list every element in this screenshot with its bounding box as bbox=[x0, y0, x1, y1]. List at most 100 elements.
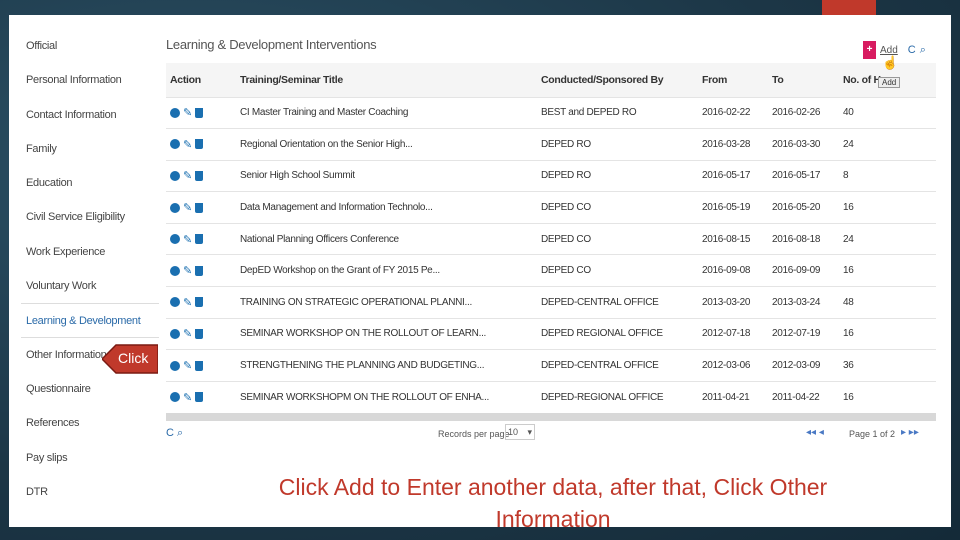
instruction-caption: Click Add to Enter another data, after t… bbox=[278, 474, 828, 532]
cell-hours: 16 bbox=[843, 202, 854, 214]
mouse-cursor-icon: ☝ bbox=[882, 55, 899, 70]
delete-icon[interactable] bbox=[194, 297, 203, 308]
delete-icon[interactable] bbox=[194, 202, 203, 213]
cell-hours: 48 bbox=[843, 296, 854, 308]
sidebar-item[interactable]: DTR bbox=[21, 475, 159, 509]
action-cell: ✎ bbox=[166, 97, 236, 129]
view-icon[interactable] bbox=[170, 139, 180, 150]
sidebar-item[interactable]: References bbox=[21, 406, 159, 440]
cell-from: 2016-09-08 bbox=[702, 265, 751, 277]
search-icon[interactable]: ⌕ bbox=[920, 44, 926, 57]
click-callout-label: Click bbox=[118, 350, 149, 366]
view-icon[interactable] bbox=[170, 170, 180, 181]
cell-by: DEPED RO bbox=[541, 138, 591, 150]
view-icon[interactable] bbox=[170, 265, 180, 276]
next-last-page-icon[interactable]: ▸ ▸▸ bbox=[901, 427, 919, 438]
cell-title: CI Master Training and Master Coaching bbox=[240, 107, 409, 119]
column-header[interactable]: Action bbox=[166, 63, 236, 97]
sidebar-item[interactable]: Learning & Development bbox=[21, 303, 159, 338]
sidebar-item[interactable]: Education bbox=[21, 166, 159, 200]
cell-by: DEPED-CENTRAL OFFICE bbox=[541, 360, 659, 372]
sidebar-item[interactable]: Family bbox=[21, 132, 159, 166]
sidebar-item[interactable]: Pay slips bbox=[21, 441, 159, 475]
delete-icon[interactable] bbox=[194, 107, 203, 118]
pager-refresh-icon[interactable]: C ⌕ bbox=[166, 427, 183, 440]
edit-icon[interactable]: ✎ bbox=[183, 169, 192, 182]
cell-hours: 40 bbox=[843, 107, 854, 119]
cell-to: 2012-03-09 bbox=[772, 360, 821, 372]
first-prev-page-icon[interactable]: ◂◂ ◂ bbox=[806, 427, 824, 438]
add-button[interactable]: + bbox=[863, 41, 876, 59]
view-icon[interactable] bbox=[170, 234, 180, 245]
delete-icon[interactable] bbox=[194, 139, 203, 150]
edit-icon[interactable]: ✎ bbox=[183, 138, 192, 151]
action-cell: ✎ bbox=[166, 255, 236, 287]
cell-hours: 16 bbox=[843, 391, 854, 403]
view-icon[interactable] bbox=[170, 202, 180, 213]
action-cell: ✎ bbox=[166, 318, 236, 350]
click-callout-arrow: Click bbox=[102, 344, 158, 374]
view-icon[interactable] bbox=[170, 328, 180, 339]
horizontal-scrollbar[interactable] bbox=[166, 412, 936, 421]
view-icon[interactable] bbox=[170, 360, 180, 371]
cell-to: 2013-03-24 bbox=[772, 296, 821, 308]
cell-by: DEPED REGIONAL OFFICE bbox=[541, 328, 663, 340]
table-row: ✎ Data Management and Information Technol… bbox=[166, 191, 936, 224]
action-cell: ✎ bbox=[166, 350, 236, 382]
sidebar-item[interactable]: Civil Service Eligibility bbox=[21, 200, 159, 234]
edit-icon[interactable]: ✎ bbox=[183, 201, 192, 214]
action-cell: ✎ bbox=[166, 381, 236, 413]
records-per-page-select[interactable]: 10 ▾ bbox=[505, 423, 535, 440]
add-link[interactable]: Add bbox=[880, 45, 898, 56]
view-icon[interactable] bbox=[170, 392, 180, 403]
pager: C ⌕ Records per page 10 ▾ ◂◂ ◂ Page 1 of… bbox=[166, 421, 936, 447]
edit-icon[interactable]: ✎ bbox=[183, 264, 192, 277]
edit-icon[interactable]: ✎ bbox=[183, 327, 192, 340]
cell-hours: 24 bbox=[843, 138, 854, 150]
cell-to: 2016-08-18 bbox=[772, 233, 821, 245]
sidebar: Official Personal Information Contact Info… bbox=[21, 29, 159, 509]
table-row: ✎ SEMINAR WORKSHOPM ON THE ROLLOUT OF ENH… bbox=[166, 381, 936, 413]
sidebar-item[interactable]: Voluntary Work bbox=[21, 269, 159, 303]
cell-by: DEPED-CENTRAL OFFICE bbox=[541, 296, 659, 308]
sidebar-item[interactable]: Personal Information bbox=[21, 63, 159, 97]
edit-icon[interactable]: ✎ bbox=[183, 391, 192, 404]
cell-to: 2016-02-26 bbox=[772, 107, 821, 119]
delete-icon[interactable] bbox=[194, 328, 203, 339]
cell-to: 2016-05-20 bbox=[772, 202, 821, 214]
view-icon[interactable] bbox=[170, 297, 180, 308]
column-header[interactable]: Training/Seminar Title bbox=[236, 63, 537, 97]
column-header[interactable]: Conducted/Sponsored By bbox=[537, 63, 698, 97]
delete-icon[interactable] bbox=[194, 392, 203, 403]
panel-title: Learning & Development Interventions bbox=[166, 37, 377, 52]
edit-icon[interactable]: ✎ bbox=[183, 359, 192, 372]
edit-icon[interactable]: ✎ bbox=[183, 106, 192, 119]
cell-from: 2011-04-21 bbox=[702, 391, 750, 403]
sidebar-item[interactable]: Work Experience bbox=[21, 235, 159, 269]
sidebar-item[interactable]: Questionnaire bbox=[21, 372, 159, 406]
sidebar-item[interactable]: Contact Information bbox=[21, 98, 159, 132]
table-row: ✎ National Planning Officers Conference DE… bbox=[166, 223, 936, 255]
refresh-icon[interactable]: C bbox=[908, 44, 916, 56]
column-header[interactable]: To bbox=[768, 63, 839, 97]
delete-icon[interactable] bbox=[194, 265, 203, 276]
cell-from: 2012-07-18 bbox=[702, 328, 751, 340]
delete-icon[interactable] bbox=[194, 170, 203, 181]
delete-icon[interactable] bbox=[194, 234, 203, 245]
cell-to: 2011-04-22 bbox=[772, 391, 820, 403]
cell-by: DEPED RO bbox=[541, 170, 591, 182]
cell-title: Senior High School Summit bbox=[240, 170, 355, 182]
cell-from: 2016-05-17 bbox=[702, 170, 751, 182]
sidebar-item[interactable]: Official bbox=[21, 29, 159, 63]
cell-title: SEMINAR WORKSHOP ON THE ROLLOUT OF LEARN… bbox=[240, 328, 487, 340]
delete-icon[interactable] bbox=[194, 360, 203, 371]
action-cell: ✎ bbox=[166, 192, 236, 224]
edit-icon[interactable]: ✎ bbox=[183, 296, 192, 309]
cell-to: 2012-07-19 bbox=[772, 328, 821, 340]
column-header[interactable]: From bbox=[698, 63, 768, 97]
table-body: ✎ CI Master Training and Master Coaching B… bbox=[166, 97, 936, 413]
table-row: ✎ Regional Orientation on the Senior High… bbox=[166, 128, 936, 161]
cell-title: Data Management and Information Technolo… bbox=[240, 202, 433, 214]
edit-icon[interactable]: ✎ bbox=[183, 233, 192, 246]
view-icon[interactable] bbox=[170, 107, 180, 118]
